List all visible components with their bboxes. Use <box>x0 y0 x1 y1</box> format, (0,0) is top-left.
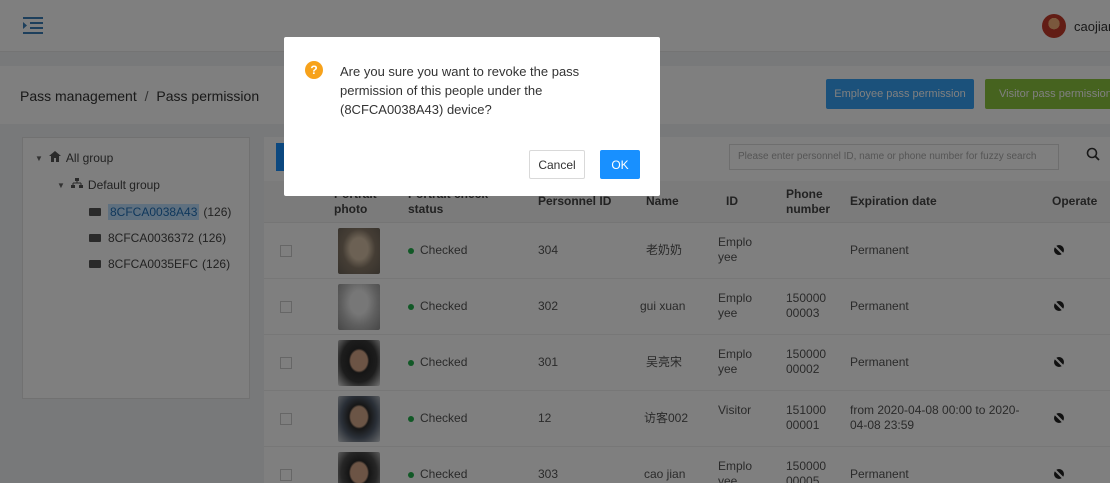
ok-button[interactable]: OK <box>600 150 640 179</box>
confirm-message: Are you sure you want to revoke the pass… <box>340 64 580 117</box>
confirm-dialog: ? Are you sure you want to revoke the pa… <box>284 37 660 196</box>
cancel-button[interactable]: Cancel <box>529 150 585 179</box>
question-icon: ? <box>305 61 323 79</box>
